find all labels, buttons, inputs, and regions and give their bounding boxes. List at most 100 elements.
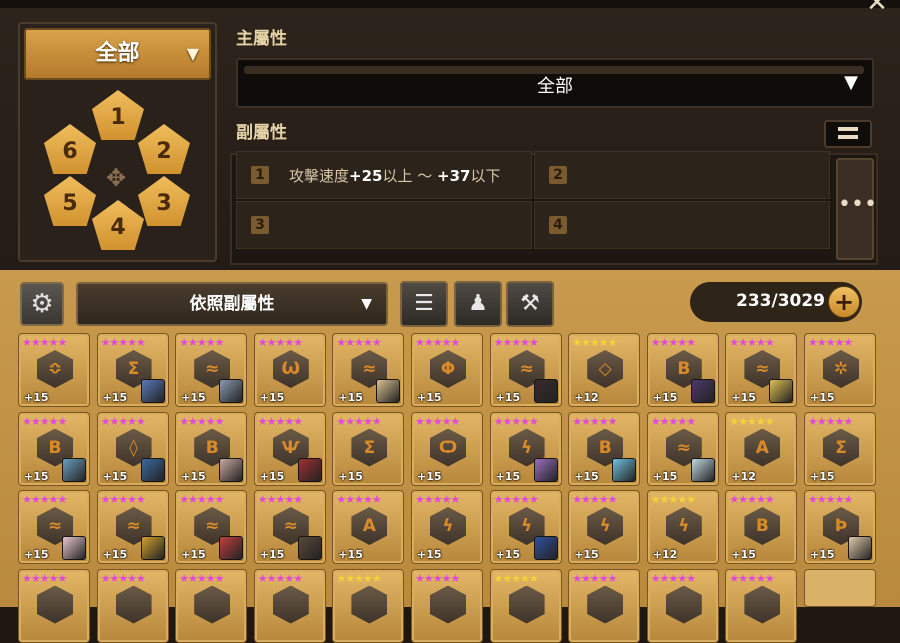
rune-tile[interactable]: ★★★★★: [489, 568, 562, 643]
rune-tile[interactable]: ★★★★★ ◇ +12: [568, 333, 641, 407]
monster-portrait-icon: [140, 536, 165, 560]
rune-tile[interactable]: ★★★★★ B +15: [646, 333, 719, 407]
main-stat-dropdown[interactable]: 全部 ▼: [236, 58, 874, 108]
more-button[interactable]: •••: [836, 158, 877, 260]
sort-order-icon[interactable]: ☰: [400, 281, 448, 327]
rune-tile[interactable]: ★★★★★ ≈ +15: [253, 490, 326, 564]
rune-tile[interactable]: ★★★★★ ≈ +15: [646, 411, 719, 486]
rune-tile[interactable]: ★★★★★ ≈ +15: [175, 490, 248, 564]
rune-tile[interactable]: ★★★★★ B +15: [568, 411, 641, 486]
slot-number: 4: [549, 216, 567, 234]
powder-bag-icon[interactable]: ♟: [454, 281, 502, 327]
star-rating: ★★★★★: [22, 493, 67, 506]
rune-tile[interactable]: ★★★★★ Σ +15: [332, 411, 405, 486]
rune-tile[interactable]: ★★★★★ Ϸ +15: [804, 490, 876, 564]
rune-tile[interactable]: ★★★★★ Σ +15: [96, 333, 169, 407]
add-capacity-button[interactable]: +: [828, 286, 860, 318]
star-rating: ★★★★★: [729, 336, 774, 349]
rune-tile[interactable]: ★★★★★: [332, 568, 405, 643]
rune-tile[interactable]: ★★★★★: [411, 568, 483, 643]
slot-number: 2: [549, 166, 567, 184]
rune-glyph-icon: [194, 585, 231, 624]
set-slot-6[interactable]: 6: [44, 124, 96, 174]
set-dropdown[interactable]: 全部 ▼: [24, 28, 211, 80]
rune-level: +15: [495, 391, 521, 404]
rune-tile[interactable]: ★★★★★ ≎ +15: [18, 333, 90, 407]
menu-toggle-button[interactable]: [824, 120, 872, 148]
set-slot-2[interactable]: 2: [138, 124, 190, 174]
set-filter-box: 全部 ▼ 1 2 3 4 5 6 ✥: [18, 22, 217, 262]
rune-level: +12: [731, 469, 756, 483]
rune-tile[interactable]: ★★★★★: [96, 568, 169, 643]
rune-tile[interactable]: ★★★★★ B +15: [175, 411, 248, 486]
rune-tile[interactable]: ★★★★★ ϟ +15: [489, 490, 562, 564]
rune-tile[interactable]: ★★★★★ ≈ +15: [175, 333, 248, 407]
rune-tile[interactable]: ★★★★★: [18, 568, 90, 643]
gear-icon[interactable]: ⚙: [20, 282, 64, 326]
star-rating: ★★★★★: [493, 493, 539, 506]
set-slot-1[interactable]: 1: [92, 90, 144, 140]
rune-tile[interactable]: ★★★★★ Ѱ +15: [253, 411, 326, 486]
rune-glyph-icon: ◇: [587, 350, 624, 388]
rune-tile[interactable]: ★★★★★ Ѻ +15: [411, 411, 483, 486]
rune-level: +15: [810, 391, 835, 404]
monster-portrait-icon: [297, 457, 322, 482]
rune-tile[interactable]: ★★★★★ Ѡ +15: [253, 333, 326, 407]
rune-tile[interactable]: ★★★★★: [568, 568, 641, 643]
set-slot-5[interactable]: 5: [44, 176, 96, 226]
rune-tile[interactable]: ★★★★★ B +15: [18, 411, 90, 486]
set-slot-4[interactable]: 4: [92, 200, 144, 250]
rune-tile[interactable]: ★★★★★ ϟ +15: [489, 411, 562, 486]
rune-glyph-icon: Σ: [823, 428, 859, 467]
rune-tile[interactable]: ★★★★★: [175, 568, 248, 643]
rune-level: +15: [574, 469, 599, 483]
rune-tile[interactable]: ★★★★★: [646, 568, 719, 643]
filter-panel: 全部 ▼ 1 2 3 4 5 6 ✥ 主屬性 全部 ▼ 副屬性 1 攻擊速度+2…: [0, 8, 900, 270]
rune-tile[interactable]: ★★★★★ ϟ +15: [411, 490, 483, 564]
star-rating: ★★★★★: [179, 571, 224, 585]
rune-glyph-icon: ϟ: [430, 507, 466, 545]
sort-dropdown-label: 依照副屬性: [189, 294, 275, 314]
monster-portrait-icon: [612, 457, 637, 482]
rune-level: +15: [102, 548, 128, 561]
rune-count: 233/3029 +: [690, 282, 862, 322]
slot-number: 1: [251, 166, 269, 184]
sub-stat-slot-1[interactable]: 1 攻擊速度+25以上 ～ +37以下: [236, 151, 532, 199]
rune-level: +15: [338, 391, 363, 404]
star-rating: ★★★★★: [100, 414, 146, 428]
rune-tile[interactable]: ★★★★★ A +12: [725, 411, 798, 486]
rune-tile[interactable]: ★★★★★ ≈ +15: [489, 333, 562, 407]
monster-portrait-icon: [690, 379, 715, 403]
rune-tile[interactable]: ★★★★★ ≈ +15: [725, 333, 798, 407]
sub-stat-slot-3[interactable]: 3: [236, 201, 532, 249]
rune-tile[interactable]: ★★★★★ Φ +15: [411, 333, 483, 407]
rune-glyph-icon: [744, 585, 781, 624]
star-rating: ★★★★★: [257, 414, 303, 428]
close-icon[interactable]: ✕: [862, 0, 892, 16]
rune-tile[interactable]: ★★★★★ ϟ +15: [568, 490, 641, 564]
sub-stat-slot-2[interactable]: 2: [534, 151, 830, 199]
rune-tile[interactable]: ★★★★★ ϟ +12: [646, 490, 719, 564]
rune-tile[interactable]: ★★★★★ A +15: [332, 490, 405, 564]
rune-tile[interactable]: ★★★★★: [253, 568, 326, 643]
chevron-down-icon: ▼: [844, 72, 858, 93]
sort-dropdown[interactable]: 依照副屬性 ▼: [76, 282, 388, 326]
rune-level: +15: [102, 469, 128, 483]
rune-tile[interactable]: ★★★★★ Σ +15: [804, 411, 876, 486]
rune-tile[interactable]: ★★★★★ ≈ +15: [96, 490, 169, 564]
set-dropdown-label: 全部: [95, 41, 140, 66]
star-rating: ★★★★★: [650, 493, 696, 506]
rune-tile[interactable]: ★★★★★: [725, 568, 798, 643]
rune-tile[interactable]: ★★★★★ B +15: [725, 490, 798, 564]
rune-level: +15: [731, 548, 756, 561]
rune-tile[interactable]: ★★★★★ ✲ +15: [804, 333, 876, 407]
sub-stat-slot-4[interactable]: 4: [534, 201, 830, 249]
rune-tile[interactable]: ★★★★★ ≈ +15: [332, 333, 405, 407]
star-rating: ★★★★★: [100, 571, 146, 585]
rune-tile[interactable]: ★★★★★ ◊ +15: [96, 411, 169, 486]
rune-tile[interactable]: ★★★★★ ≈ +15: [18, 490, 90, 564]
hammer-icon[interactable]: ⚒: [506, 281, 554, 327]
star-rating: ★★★★★: [179, 493, 224, 506]
monster-portrait-icon: [219, 379, 244, 403]
set-slot-3[interactable]: 3: [138, 176, 190, 226]
